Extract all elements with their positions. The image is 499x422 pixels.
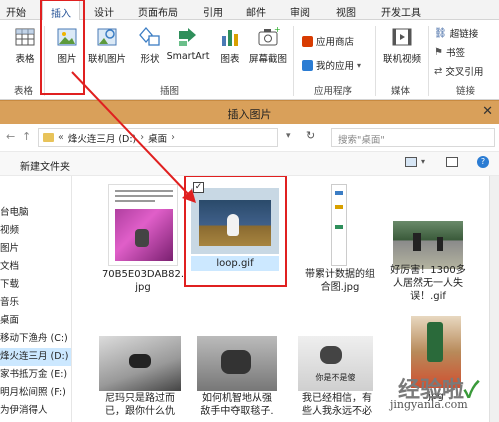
annotation-arrow <box>71 71 196 203</box>
watermark-domain: jingyanla.com <box>390 398 468 411</box>
